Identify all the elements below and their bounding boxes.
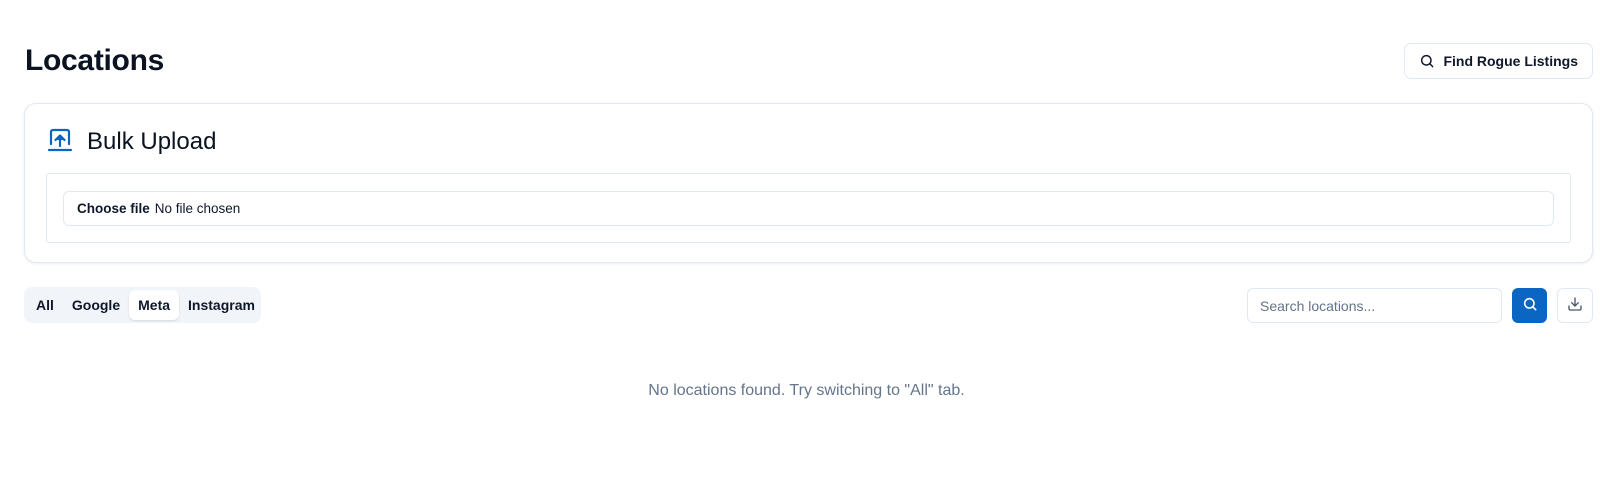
find-rogue-listings-label: Find Rogue Listings xyxy=(1443,53,1578,69)
tab-meta[interactable]: Meta xyxy=(129,290,180,320)
download-icon xyxy=(1567,296,1583,315)
locations-page: Locations Find Rogue Listings Bulk Uploa… xyxy=(0,0,1613,501)
choose-file-button[interactable]: Choose file xyxy=(77,201,150,216)
find-rogue-listings-button[interactable]: Find Rogue Listings xyxy=(1404,43,1593,79)
upload-icon xyxy=(47,127,73,158)
tab-google[interactable]: Google xyxy=(63,290,129,320)
search-icon xyxy=(1522,296,1538,315)
search-locations-input[interactable] xyxy=(1247,288,1502,323)
search-button[interactable] xyxy=(1512,288,1547,323)
bulk-upload-card: Bulk Upload Choose file No file chosen xyxy=(24,103,1593,263)
tab-instagram[interactable]: Instagram xyxy=(179,290,264,320)
search-icon xyxy=(1419,53,1435,69)
page-title: Locations xyxy=(25,44,164,77)
file-status: No file chosen xyxy=(154,201,241,216)
platform-tabs: All Google Meta Instagram xyxy=(24,287,261,323)
file-input[interactable]: Choose file No file chosen xyxy=(63,191,1554,226)
bulk-upload-header: Bulk Upload xyxy=(47,126,216,158)
upload-dropzone: Choose file No file chosen xyxy=(46,173,1571,243)
bulk-upload-title: Bulk Upload xyxy=(87,128,217,155)
download-button[interactable] xyxy=(1557,288,1593,323)
page-header: Locations Find Rogue Listings xyxy=(25,43,1593,79)
tab-all[interactable]: All xyxy=(27,290,63,320)
empty-state-message: No locations found. Try switching to "Al… xyxy=(648,382,965,399)
